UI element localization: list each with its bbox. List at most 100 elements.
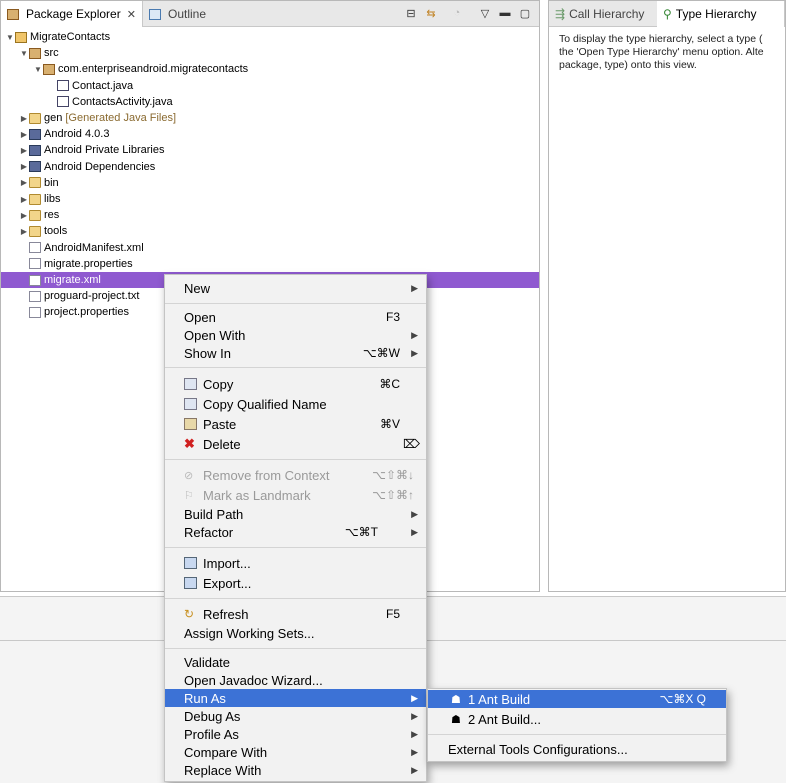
menu-item-compare-with[interactable]: Compare With ▶ <box>165 743 426 761</box>
menu-item-export[interactable]: Export... <box>165 574 426 592</box>
tree-item[interactable]: ▶ libs <box>1 191 539 207</box>
menu-item-open-javadoc-wizard[interactable]: Open Javadoc Wizard... <box>165 671 426 689</box>
submenu-arrow-icon: ▶ <box>411 728 418 739</box>
tree-item-label: bin <box>44 176 59 189</box>
tree-item[interactable]: ▼ src <box>1 45 539 61</box>
context-menu: New ▶ Open F3 Open With ▶ Show In ⌥⌘W ▶ … <box>164 274 427 782</box>
tree-item[interactable]: ▼ MigrateContacts <box>1 29 539 45</box>
tree-item[interactable]: ▶ Android 4.0.3 <box>1 126 539 142</box>
collapsed-arrow-icon[interactable]: ▶ <box>19 146 29 155</box>
menu-separator <box>165 648 426 649</box>
folder-icon <box>29 177 41 189</box>
collapsed-arrow-icon[interactable]: ▶ <box>19 162 29 171</box>
tree-item[interactable]: AndroidManifest.xml <box>1 240 539 256</box>
submenu-item-external-tools[interactable]: External Tools Configurations... <box>428 740 726 758</box>
menu-label: New <box>184 280 211 296</box>
submenu-label: 2 Ant Build... <box>468 711 541 727</box>
tree-item[interactable]: ContactsActivity.java <box>1 94 539 110</box>
menu-item-paste[interactable]: Paste ⌘V <box>165 415 426 433</box>
tab-type-hierarchy-label: Type Hierarchy <box>675 7 757 21</box>
tree-item[interactable]: Contact.java <box>1 78 539 94</box>
expanded-arrow-icon[interactable]: ▼ <box>5 33 15 42</box>
menu-shortcut: F5 <box>385 607 400 621</box>
menu-label: Import... <box>203 555 251 571</box>
menu-item-copy-qualified-name[interactable]: Copy Qualified Name <box>165 395 426 413</box>
menu-item-delete[interactable]: ✖ Delete ⌦ <box>165 435 426 453</box>
menu-separator <box>165 459 426 460</box>
tree-item[interactable]: ▶ Android Dependencies <box>1 159 539 175</box>
menu-item-validate[interactable]: Validate <box>165 653 426 671</box>
menu-label: Open With <box>184 327 246 343</box>
submenu-item-ant-build-dialog[interactable]: ☗ 2 Ant Build... <box>428 710 726 728</box>
tree-item-label: src <box>44 47 59 60</box>
menu-item-profile-as[interactable]: Profile As ▶ <box>165 725 426 743</box>
tree-item[interactable]: ▶ Android Private Libraries <box>1 142 539 158</box>
link-with-editor-icon[interactable]: ⇆ <box>423 5 439 21</box>
tree-item-label: project.properties <box>44 306 129 319</box>
tree-item-label: libs <box>44 193 61 205</box>
collapsed-arrow-icon[interactable]: ▶ <box>19 114 29 123</box>
library-icon <box>29 128 41 140</box>
menu-label: Validate <box>184 654 231 670</box>
menu-label: Compare With <box>184 744 268 760</box>
menu-item-open-with[interactable]: Open With ▶ <box>165 326 426 344</box>
menu-item-refresh[interactable]: ↻ Refresh F5 <box>165 605 426 623</box>
type-hierarchy-line-2: the 'Open Type Hierarchy' menu option. A… <box>559 46 764 58</box>
menu-separator <box>165 303 426 304</box>
submenu-item-ant-build[interactable]: ☗ 1 Ant Build ⌥⌘X Q <box>428 690 726 708</box>
library-icon <box>29 144 41 156</box>
tab-call-hierarchy-label: Call Hierarchy <box>569 7 645 21</box>
tree-item[interactable]: ▶ res <box>1 207 539 223</box>
menu-separator <box>165 598 426 599</box>
minimize-icon[interactable]: ▬ <box>497 5 513 21</box>
tab-package-explorer[interactable]: Package Explorer ✕ <box>1 1 143 27</box>
menu-item-assign-working-sets[interactable]: Assign Working Sets... <box>165 624 426 642</box>
tab-outline[interactable]: Outline <box>143 1 243 27</box>
menu-item-open[interactable]: Open F3 <box>165 308 426 326</box>
collapsed-arrow-icon[interactable]: ▶ <box>19 130 29 139</box>
menu-item-debug-as[interactable]: Debug As ▶ <box>165 707 426 725</box>
tree-item[interactable]: ▼ com.enterpriseandroid.migratecontacts <box>1 61 539 77</box>
tab-call-hierarchy[interactable]: ⇶ Call Hierarchy <box>549 1 657 27</box>
tree-item-label: proguard-project.txt <box>44 290 140 303</box>
menu-item-build-path[interactable]: Build Path ▶ <box>165 505 426 523</box>
tree-item[interactable]: ▶ gen [Generated Java Files] <box>1 110 539 126</box>
folder-icon <box>29 112 41 124</box>
view-menu-icon[interactable]: ▽ <box>477 5 493 21</box>
tree-item[interactable]: ▶ bin <box>1 175 539 191</box>
menu-label: Debug As <box>184 708 241 724</box>
menu-label: Refresh <box>203 606 249 622</box>
package-explorer-icon <box>7 8 19 20</box>
menu-shortcut: ⌘C <box>379 377 400 391</box>
focus-task-icon[interactable]: ◔ <box>449 5 465 21</box>
menu-label: Open Javadoc Wizard... <box>184 672 323 688</box>
menu-item-run-as[interactable]: Run As ▶ <box>165 689 426 707</box>
java-file-icon <box>57 96 69 108</box>
menu-item-remove-from-context[interactable]: ⊘ Remove from Context ⌥⇧⌘↓ <box>165 466 426 484</box>
collapse-all-icon[interactable]: ⊟ <box>403 5 419 21</box>
collapsed-arrow-icon[interactable]: ▶ <box>19 211 29 220</box>
menu-item-replace-with[interactable]: Replace With ▶ <box>165 761 426 779</box>
menu-item-copy[interactable]: Copy ⌘C <box>165 375 426 393</box>
tree-item-label: Contact.java <box>72 79 134 92</box>
collapsed-arrow-icon[interactable]: ▶ <box>19 195 29 204</box>
submenu-arrow-icon: ▶ <box>411 329 418 340</box>
menu-item-show-in[interactable]: Show In ⌥⌘W ▶ <box>165 344 426 362</box>
menu-label: Copy Qualified Name <box>203 396 327 412</box>
menu-item-refactor[interactable]: Refactor ⌥⌘T ▶ <box>165 523 426 541</box>
collapsed-arrow-icon[interactable]: ▶ <box>19 227 29 236</box>
menu-shortcut: ⌥⌘W <box>362 346 400 360</box>
close-icon[interactable]: ✕ <box>127 8 136 21</box>
menu-item-new[interactable]: New ▶ <box>165 279 426 297</box>
menu-item-import[interactable]: Import... <box>165 554 426 572</box>
tree-item[interactable]: ▶ tools <box>1 223 539 239</box>
tab-type-hierarchy[interactable]: ⚲ Type Hierarchy <box>657 1 785 27</box>
xml-file-icon <box>29 242 41 254</box>
tree-item[interactable]: migrate.properties <box>1 256 539 272</box>
expanded-arrow-icon[interactable]: ▼ <box>19 49 29 58</box>
menu-item-mark-as-landmark[interactable]: ⚐ Mark as Landmark ⌥⇧⌘↑ <box>165 486 426 504</box>
maximize-icon[interactable]: ▢ <box>517 5 533 21</box>
collapsed-arrow-icon[interactable]: ▶ <box>19 178 29 187</box>
expanded-arrow-icon[interactable]: ▼ <box>33 65 43 74</box>
tab-package-explorer-label: Package Explorer <box>26 7 121 21</box>
